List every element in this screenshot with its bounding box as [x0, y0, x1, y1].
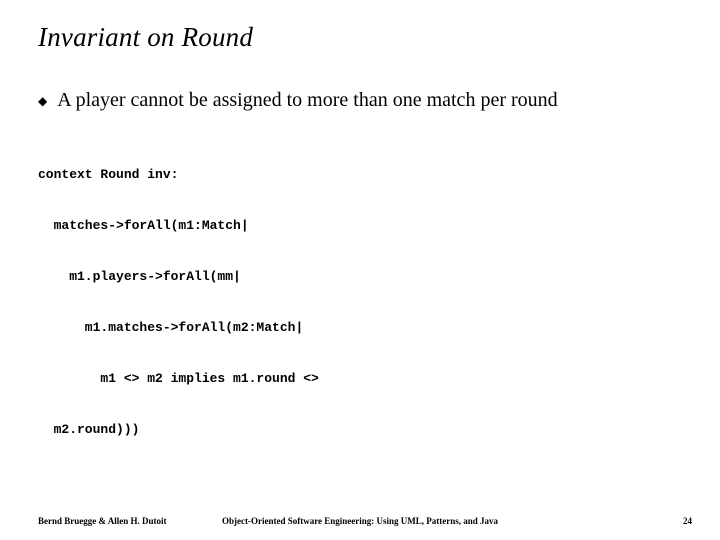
- footer-author: Bernd Bruegge & Allen H. Dutoit: [38, 516, 167, 526]
- code-line: m2.round))): [38, 421, 319, 438]
- slide: Invariant on Round ◆ A player cannot be …: [0, 0, 720, 540]
- footer: Bernd Bruegge & Allen H. Dutoit Object-O…: [0, 510, 720, 526]
- code-line: m1 <> m2 implies m1.round <>: [38, 370, 319, 387]
- code-line: context Round inv:: [38, 166, 319, 183]
- ocl-code-block: context Round inv: matches->forAll(m1:Ma…: [38, 132, 319, 472]
- code-line: m1.players->forAll(mm|: [38, 268, 319, 285]
- code-line: matches->forAll(m1:Match|: [38, 217, 319, 234]
- footer-title: Object-Oriented Software Engineering: Us…: [222, 516, 498, 526]
- slide-title: Invariant on Round: [38, 22, 253, 53]
- diamond-bullet-icon: ◆: [38, 88, 47, 112]
- code-line: m1.matches->forAll(m2:Match|: [38, 319, 319, 336]
- footer-page-number: 24: [683, 516, 692, 526]
- bullet-item: ◆ A player cannot be assigned to more th…: [38, 88, 700, 112]
- bullet-text: A player cannot be assigned to more than…: [57, 88, 557, 112]
